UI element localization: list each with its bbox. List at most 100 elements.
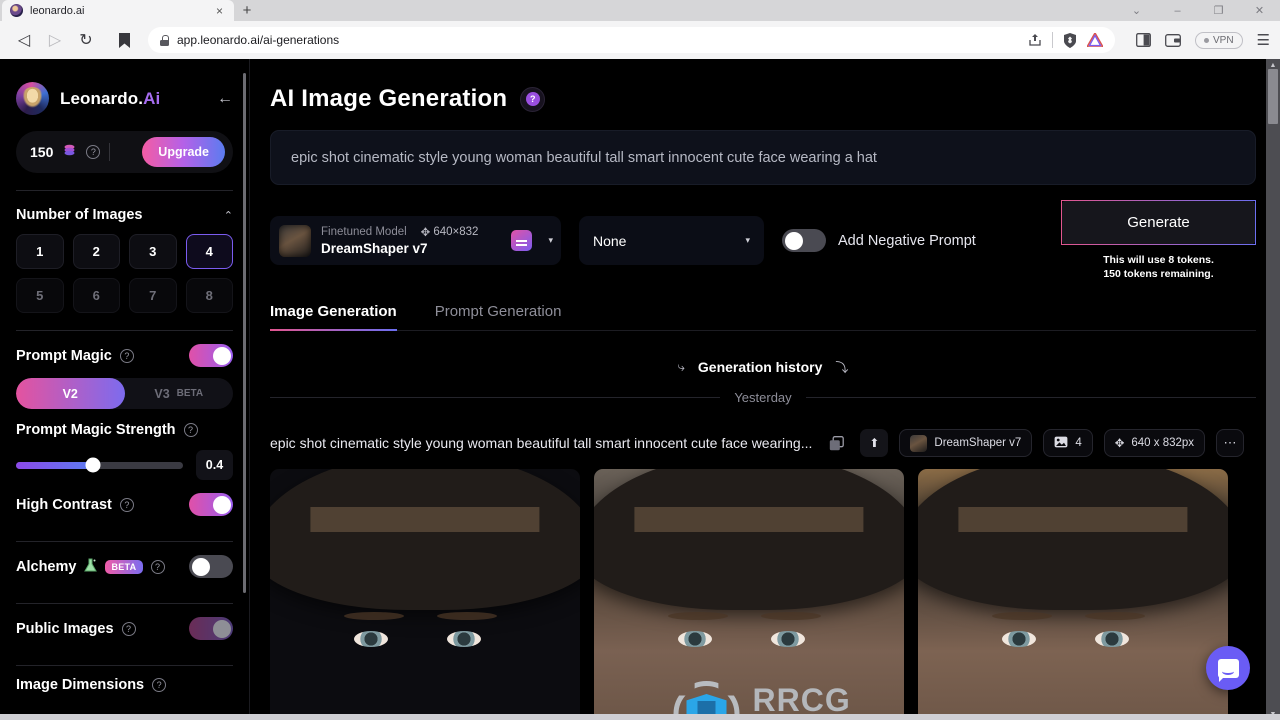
model-thumbnail (910, 434, 928, 452)
alchemy-beta-badge: BETA (105, 559, 143, 574)
generation-history-header: ⤷ Generation history ⤵ (270, 357, 1256, 376)
share-icon[interactable] (1028, 33, 1042, 47)
version-v2-option[interactable]: V2 (16, 378, 125, 409)
image-dimensions-row[interactable]: Image Dimensions ? (16, 666, 233, 701)
upload-button[interactable]: ⬆ (860, 429, 889, 458)
finetuned-model-selector[interactable]: Finetuned Model ✥ 640×832 DreamShaper v7 … (270, 216, 561, 266)
image-count-1[interactable]: 1 (16, 234, 64, 269)
maximize-button[interactable]: ❐ (1198, 0, 1239, 21)
more-options-button[interactable]: ⋯ (1216, 429, 1245, 458)
image-count-3[interactable]: 3 (129, 234, 177, 269)
public-images-toggle[interactable] (189, 617, 233, 640)
prompt-magic-strength-help-icon[interactable]: ? (183, 423, 198, 437)
prompt-magic-strength-slider-row: 0.4 (16, 446, 233, 480)
chevron-down-icon[interactable]: ▾ (548, 235, 553, 246)
high-contrast-toggle[interactable] (189, 493, 233, 516)
image-count-5[interactable]: 5 (16, 278, 64, 313)
brave-leo-icon[interactable] (1086, 33, 1103, 47)
section-title: Number of Images (16, 207, 143, 223)
negative-prompt-toggle[interactable] (782, 229, 826, 253)
image-dimensions-label: Image Dimensions (16, 677, 145, 693)
version-v3-option[interactable]: V3 BETA (125, 378, 234, 409)
intercom-chat-icon[interactable] (1206, 646, 1250, 690)
brave-shield-icon[interactable] (1063, 32, 1077, 48)
generation-entry-header: epic shot cinematic style young woman be… (270, 429, 1256, 458)
hamburger-menu-icon[interactable]: ☰ (1257, 31, 1270, 49)
new-tab-button[interactable]: + (234, 0, 260, 21)
prompt-magic-toggle[interactable] (189, 344, 233, 367)
chevron-down-icon[interactable]: ⌄ (1116, 0, 1157, 21)
tab-prompt-generation[interactable]: Prompt Generation (435, 303, 562, 330)
image-dimensions-help-icon[interactable]: ? (152, 678, 167, 692)
image-count-pill-label: 4 (1075, 437, 1082, 450)
toolbar-right-actions: VPN ☰ (1136, 31, 1270, 49)
image-count-6[interactable]: 6 (72, 278, 120, 313)
public-images-help-icon[interactable]: ? (121, 621, 136, 636)
token-remaining-line: 150 tokens remaining. (1103, 268, 1214, 281)
image-count-8[interactable]: 8 (185, 278, 233, 313)
prompt-magic-strength-slider[interactable] (16, 457, 183, 473)
image-size-pill[interactable]: ✥ 640 x 832px (1103, 429, 1206, 458)
model-pill-label: DreamShaper v7 (934, 437, 1022, 450)
scrollbar-thumb[interactable] (1268, 69, 1278, 124)
browser-status-bar (0, 714, 1280, 720)
alchemy-toggle[interactable] (189, 555, 233, 578)
version-v3-label: V3 (154, 386, 170, 401)
prompt-magic-help-icon[interactable]: ? (119, 348, 134, 363)
vpn-status-dot (1203, 37, 1209, 43)
sidebar-scrollbar[interactable] (243, 73, 246, 593)
generation-history-title: Generation history (697, 358, 823, 375)
address-bar[interactable]: app.leonardo.ai/ai-generations (148, 27, 1115, 53)
alchemy-help-icon[interactable]: ? (150, 559, 165, 574)
minimize-button[interactable]: – (1157, 0, 1198, 21)
history-collapse-right-icon[interactable]: ⤵ (835, 357, 848, 376)
model-name: DreamShaper v7 (321, 241, 428, 257)
sidebar-toggle-icon[interactable] (1136, 33, 1151, 47)
generate-token-note: This will use 8 tokens. 150 tokens remai… (1103, 253, 1214, 281)
number-of-images-grid: 1 2 3 4 5 6 7 8 (16, 234, 233, 313)
close-window-button[interactable]: ✕ (1239, 0, 1280, 21)
number-of-images-header[interactable]: Number of Images ⌃ (16, 191, 233, 234)
bookmark-icon[interactable] (111, 26, 137, 54)
model-pill[interactable]: DreamShaper v7 (899, 429, 1033, 458)
reload-icon[interactable]: ↻ (72, 26, 100, 54)
day-label: Yesterday (734, 390, 792, 406)
generate-button[interactable]: Generate (1061, 200, 1256, 245)
tokens-help-icon[interactable]: ? (86, 145, 101, 159)
collapse-sidebar-icon[interactable]: ← (217, 90, 233, 108)
generated-image-3[interactable] (918, 469, 1228, 720)
page-title-row: AI Image Generation ? (270, 85, 1256, 113)
preset-select[interactable]: None ▾ (579, 216, 764, 266)
generated-image-2[interactable] (594, 469, 904, 720)
page-scrollbar[interactable]: ▲ ▼ (1266, 59, 1280, 720)
image-count-pill[interactable]: 4 (1043, 429, 1093, 458)
chevron-up-icon[interactable]: ⌃ (224, 209, 233, 222)
prompt-magic-row: Prompt Magic ? (16, 331, 233, 375)
back-icon[interactable]: ◁ (10, 26, 38, 54)
generated-image-1[interactable] (270, 469, 580, 720)
prompt-note-icon[interactable] (511, 230, 533, 252)
high-contrast-label: High Contrast (16, 496, 112, 513)
image-count-4[interactable]: 4 (185, 234, 233, 269)
generation-prompt-text: epic shot cinematic style young woman be… (270, 435, 813, 452)
high-contrast-help-icon[interactable]: ? (119, 497, 134, 512)
page-help-icon[interactable]: ? (520, 86, 546, 112)
negative-prompt-control: Add Negative Prompt (782, 229, 976, 253)
tab-image-generation[interactable]: Image Generation (270, 303, 397, 332)
close-icon[interactable]: × (213, 5, 226, 17)
divider (1051, 32, 1053, 48)
upgrade-button[interactable]: Upgrade (142, 137, 225, 167)
prompt-magic-label: Prompt Magic (16, 347, 112, 364)
brand-title: Leonardo.Ai (60, 88, 161, 108)
wallet-icon[interactable] (1165, 33, 1181, 47)
vpn-indicator[interactable]: VPN (1194, 31, 1243, 49)
image-count-7[interactable]: 7 (129, 278, 177, 313)
forward-icon[interactable]: ▷ (41, 26, 69, 54)
prompt-magic-strength-value: 0.4 (196, 450, 233, 480)
prompt-input[interactable]: epic shot cinematic style young woman be… (270, 130, 1256, 185)
copy-icon[interactable] (823, 430, 849, 456)
history-collapse-left-icon[interactable]: ⤷ (678, 359, 685, 375)
prompt-magic-strength-label: Prompt Magic Strength (16, 422, 176, 438)
browser-tab[interactable]: leonardo.ai × (2, 0, 234, 21)
image-count-2[interactable]: 2 (72, 234, 120, 269)
